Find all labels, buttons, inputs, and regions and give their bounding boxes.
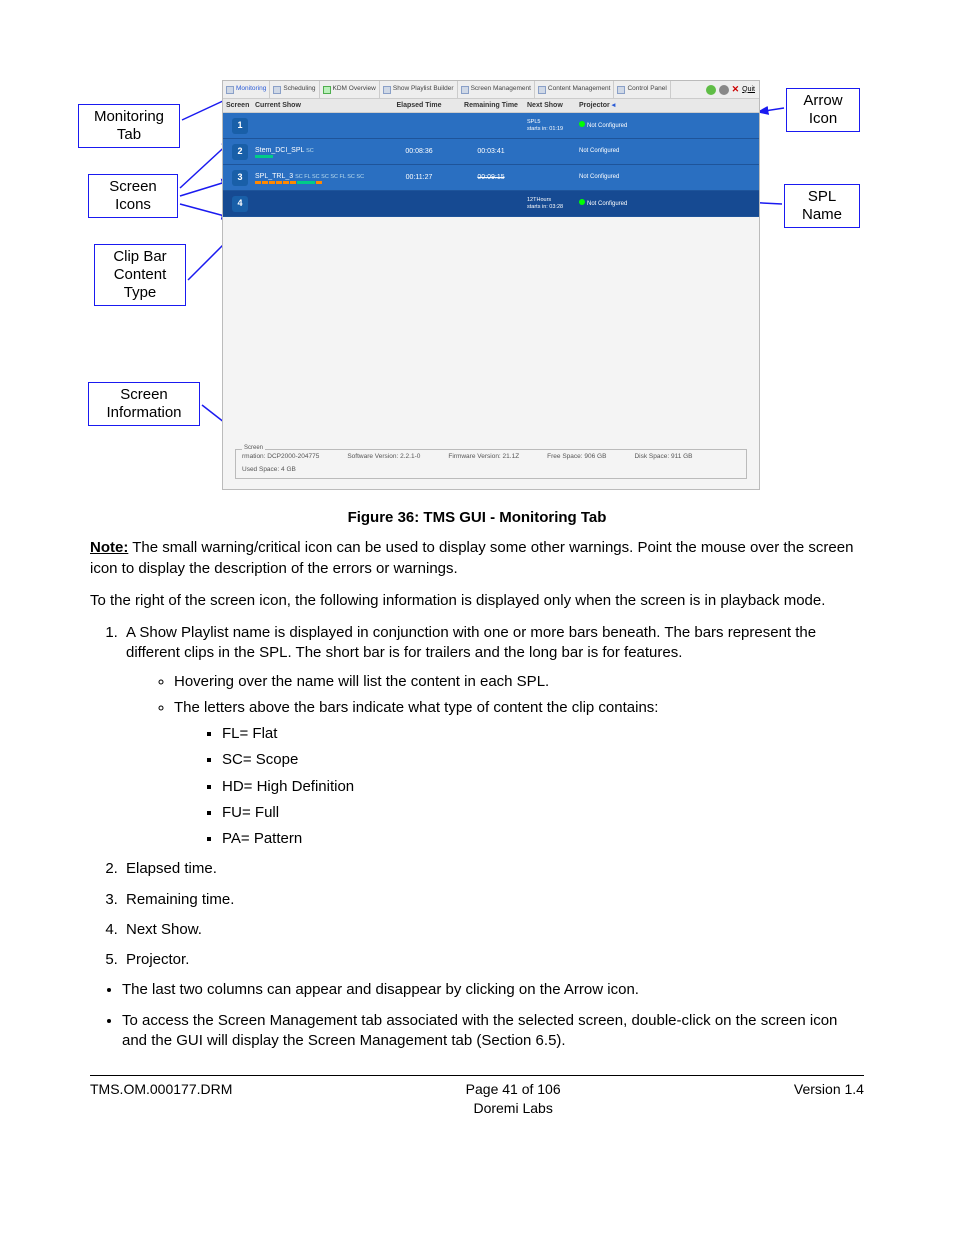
figure-caption: Figure 36: TMS GUI - Monitoring Tab: [90, 508, 864, 528]
tab-content-mgmt[interactable]: Content Management: [535, 81, 615, 98]
clip-bars: [255, 155, 383, 158]
list-item: To access the Screen Management tab asso…: [122, 1011, 864, 1052]
screen-icon-3[interactable]: 3: [232, 170, 248, 186]
screen-icon-2[interactable]: 2: [232, 144, 248, 160]
callout-spl-name: SPL Name: [784, 184, 860, 228]
screen-icon-1[interactable]: 1: [232, 118, 248, 134]
list-item: Next Show.: [122, 920, 864, 940]
tab-screen-mgmt[interactable]: Screen Management: [458, 81, 535, 98]
status-led-icon: [579, 199, 585, 205]
status-dot-green: [706, 85, 716, 95]
tab-scheduling[interactable]: Scheduling: [270, 81, 319, 98]
list-item: FL= Flat: [222, 724, 864, 744]
status-dot-gray: [719, 85, 729, 95]
screen-icon-4[interactable]: 4: [232, 196, 248, 212]
main-ordered-list: A Show Playlist name is displayed in con…: [122, 623, 864, 970]
list-item: SC= Scope: [222, 750, 864, 770]
intro-paragraph: To the right of the screen icon, the fol…: [90, 591, 864, 611]
screen-row-1[interactable]: 1 SPL5starts in: 01:19 Not Configured: [223, 113, 759, 139]
tab-kdm[interactable]: KDM Overview: [320, 81, 380, 98]
footer-center: Page 41 of 106Doremi Labs: [466, 1080, 561, 1118]
list-item: The last two columns can appear and disa…: [122, 980, 864, 1000]
note-paragraph: Note: The small warning/critical icon ca…: [90, 538, 864, 579]
callout-screen-information: Screen Information: [88, 382, 200, 426]
callout-clip-bar: Clip Bar Content Type: [94, 244, 186, 306]
list-item: A Show Playlist name is displayed in con…: [122, 623, 864, 849]
screen-row-3[interactable]: 3 SPL_TRL_3 SC FL SC SC SC FL SC SC 00:1…: [223, 165, 759, 191]
footer-right: Version 1.4: [794, 1080, 864, 1118]
tab-control-panel[interactable]: Control Panel: [614, 81, 670, 98]
list-item: Remaining time.: [122, 890, 864, 910]
page-footer: TMS.OM.000177.DRM Page 41 of 106Doremi L…: [90, 1080, 864, 1118]
status-led-icon: [579, 121, 585, 127]
gui-tab-bar: Monitoring Scheduling KDM Overview Show …: [223, 81, 759, 99]
quit-zone: ✕ Quit: [702, 81, 759, 98]
screen-information-panel: Screen rmation: DCP2000-204775 Software …: [235, 449, 747, 479]
screen-row-4[interactable]: 4 12THoursstarts in: 03:28 Not Configure…: [223, 191, 759, 217]
spl-name-label: SPL_TRL_3: [255, 173, 293, 180]
footer-divider: [90, 1075, 864, 1076]
list-item: HD= High Definition: [222, 777, 864, 797]
screen-row-2[interactable]: 2 Stem_DCI_SPL SC 00:08:36 00:03:41 Not …: [223, 139, 759, 165]
callout-arrow-icon: Arrow Icon: [786, 88, 860, 132]
clip-bars: [255, 181, 383, 184]
callout-screen-icons: Screen Icons: [88, 174, 178, 218]
footer-left: TMS.OM.000177.DRM: [90, 1080, 232, 1118]
bullet-list: The last two columns can appear and disa…: [122, 980, 864, 1051]
list-item: FU= Full: [222, 803, 864, 823]
spl-name-label: Stem_DCI_SPL: [255, 147, 304, 154]
arrow-icon[interactable]: ◂: [612, 101, 616, 110]
quit-label[interactable]: Quit: [742, 85, 755, 94]
list-item: The letters above the bars indicate what…: [174, 698, 864, 850]
tab-monitoring[interactable]: Monitoring: [223, 81, 270, 98]
column-headers: Screen Current Show Elapsed Time Remaini…: [223, 99, 759, 113]
tab-spl-builder[interactable]: Show Playlist Builder: [380, 81, 458, 98]
figure-block: Monitoring Tab Screen Icons Clip Bar Con…: [90, 80, 864, 500]
list-item: Projector.: [122, 950, 864, 970]
callout-monitoring-tab: Monitoring Tab: [78, 104, 180, 148]
tms-gui-screenshot: Monitoring Scheduling KDM Overview Show …: [222, 80, 760, 490]
list-item: Elapsed time.: [122, 859, 864, 879]
list-item: Hovering over the name will list the con…: [174, 672, 864, 692]
quit-x-icon[interactable]: ✕: [732, 83, 740, 95]
list-item: PA= Pattern: [222, 829, 864, 849]
